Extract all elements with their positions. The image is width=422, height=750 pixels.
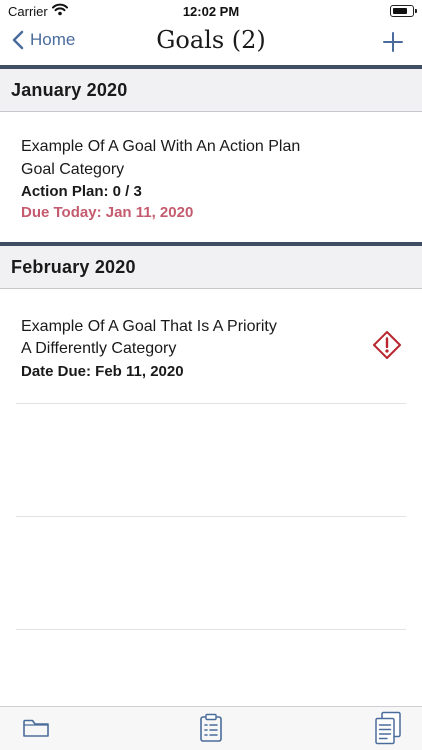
section-header-january: January 2020 — [0, 69, 422, 112]
goal-row-priority[interactable]: Example Of A Goal That Is A Priority A D… — [0, 290, 422, 404]
battery-icon — [390, 5, 417, 17]
navigation-bar: Home Goals (2) — [0, 22, 422, 65]
section-header-label: January 2020 — [11, 80, 128, 100]
documents-list-icon — [375, 711, 401, 745]
clipboard-list-icon — [200, 713, 222, 742]
folder-tab-button[interactable] — [22, 717, 50, 744]
documents-tab-button[interactable] — [374, 711, 402, 750]
tab-bar — [0, 706, 422, 750]
status-bar: Carrier 12:02 PM — [0, 0, 422, 22]
goal-due-date: Due Today: Jan 11, 2020 — [21, 204, 194, 221]
goal-title: Example Of A Goal That Is A Priority — [21, 318, 277, 335]
section-header-february: February 2020 — [0, 246, 422, 289]
action-plan-tab-button[interactable] — [199, 713, 223, 748]
status-time: 12:02 PM — [182, 4, 240, 19]
page-title: Goals (2) — [156, 26, 266, 54]
warning-diamond-icon — [372, 330, 402, 365]
row-separator — [16, 403, 406, 404]
row-separator — [16, 516, 406, 517]
goal-title: Example Of A Goal With An Action Plan — [21, 138, 301, 155]
section-header-label: February 2020 — [11, 257, 136, 277]
plus-icon — [383, 32, 403, 52]
add-goal-button[interactable] — [382, 31, 404, 58]
folder-icon — [23, 719, 49, 737]
goal-row-action-plan[interactable]: Example Of A Goal With An Action Plan Go… — [0, 112, 422, 242]
goal-due-date: Date Due: Feb 11, 2020 — [21, 363, 184, 380]
goal-action-plan: Action Plan: 0 / 3 — [21, 183, 142, 200]
row-separator — [16, 629, 406, 630]
goal-category: Goal Category — [21, 161, 125, 178]
goal-category: A Differently Category — [21, 340, 177, 357]
